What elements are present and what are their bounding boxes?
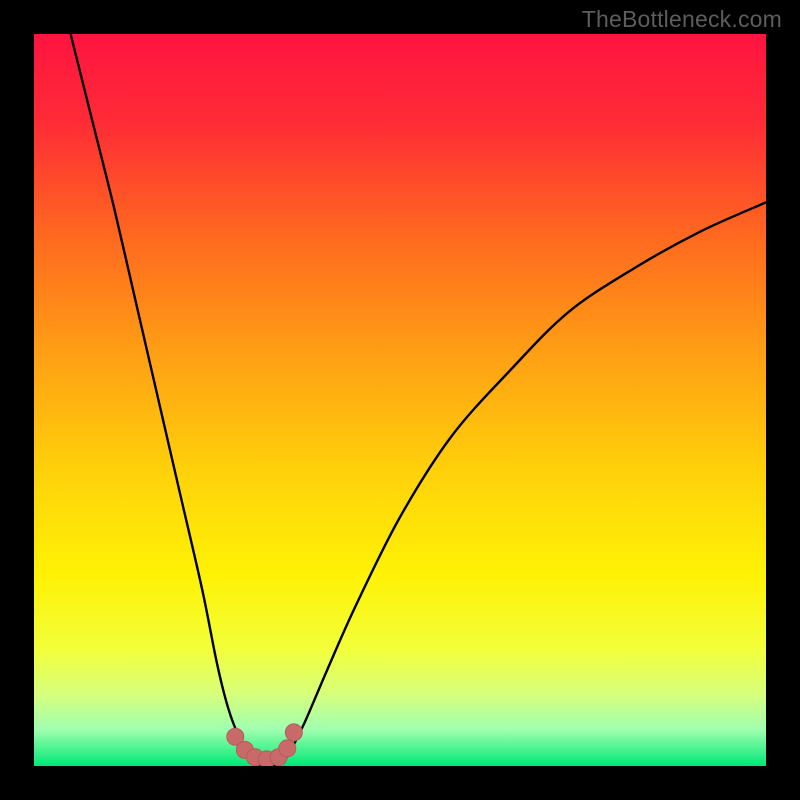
marker-dot <box>285 724 302 741</box>
plot-area <box>34 34 766 766</box>
gradient-background <box>34 34 766 766</box>
watermark-text: TheBottleneck.com <box>582 6 782 33</box>
bottleneck-curve-chart <box>34 34 766 766</box>
marker-dot <box>279 740 296 757</box>
chart-frame: TheBottleneck.com <box>0 0 800 800</box>
